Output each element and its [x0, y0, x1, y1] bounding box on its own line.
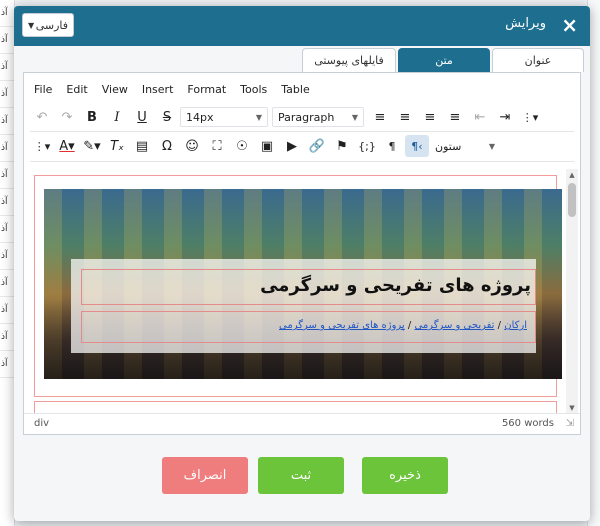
breadcrumb: ارکان / تفریحی و سرگرمی / پروژه های تفری… — [279, 320, 527, 331]
element-path[interactable]: div — [34, 418, 49, 429]
page-break-icon[interactable]: ▤ — [130, 135, 154, 157]
menu-file[interactable]: File — [34, 83, 52, 99]
align-center-icon[interactable]: ≡ — [393, 106, 417, 128]
chevron-down-icon: ▼ — [255, 112, 262, 122]
submit-button[interactable]: ثبت — [258, 457, 344, 494]
rich-text-editor: File Edit View Insert Format Tools Table… — [23, 72, 581, 435]
align-right-icon[interactable]: ≡ — [418, 106, 442, 128]
language-value: فارسی — [35, 18, 68, 32]
editor-menubar: File Edit View Insert Format Tools Table — [34, 83, 310, 99]
columns-label: ستون — [435, 139, 462, 153]
italic-icon[interactable]: I — [105, 106, 129, 128]
block-format-select[interactable]: Paragraph ▼ — [272, 107, 364, 127]
bg-row: آذ — [0, 243, 14, 270]
bg-row: آذ — [0, 189, 14, 216]
dialog-title: ویرایش — [505, 16, 546, 31]
rtl-direction-icon[interactable]: ¶ — [380, 135, 404, 157]
editor-content[interactable]: پروژه های تفریحی و سرگرمی ارکان / تفریحی… — [30, 169, 575, 414]
breadcrumb-home-link[interactable]: ارکان — [504, 320, 527, 331]
bg-row: آذ — [0, 351, 14, 378]
edit-dialog: ▼ فارسی ویرایش × عنوان متن فایلهای پیوست… — [14, 6, 590, 521]
bg-row: آذ — [0, 108, 14, 135]
special-char-icon[interactable]: Ω — [155, 135, 179, 157]
scroll-thumb[interactable] — [568, 183, 576, 217]
media-icon[interactable]: ▶ — [280, 135, 304, 157]
toolbar-row-2: ⋮▾ A▾ ✎▾ Tₓ ▤ Ω ☺ ⛶ ☉ ▣ ▶ 🔗 ⚑ {;} ¶ ¶‹ س… — [30, 134, 504, 158]
align-left-icon[interactable]: ≡ — [368, 106, 392, 128]
bg-row: آذ — [0, 162, 14, 189]
resize-handle-icon[interactable]: ⇲ — [566, 418, 574, 429]
underline-icon[interactable]: U — [130, 106, 154, 128]
breadcrumb-current-link[interactable]: پروژه های تفریحی و سرگرمی — [279, 320, 405, 331]
numbered-list-icon[interactable]: ⋮▾ — [518, 106, 542, 128]
bold-icon[interactable]: B — [80, 106, 104, 128]
strikethrough-icon[interactable]: S — [155, 106, 179, 128]
word-count[interactable]: 560 words — [502, 418, 554, 429]
tab-text[interactable]: متن — [398, 48, 490, 72]
chevron-down-icon: ▼ — [488, 141, 495, 151]
image-icon[interactable]: ▣ — [255, 135, 279, 157]
bg-row: آذ — [0, 135, 14, 162]
preview-icon[interactable]: ☉ — [230, 135, 254, 157]
columns-select[interactable]: ستون ▼ — [430, 136, 500, 156]
font-size-select[interactable]: 14px ▼ — [180, 107, 268, 127]
link-icon[interactable]: 🔗 — [305, 135, 329, 157]
dialog-header: ▼ فارسی ویرایش × — [14, 6, 590, 46]
bg-row: آذ — [0, 0, 14, 27]
emoji-icon[interactable]: ☺ — [180, 135, 204, 157]
menu-view[interactable]: View — [102, 83, 128, 99]
bg-row: آذ — [0, 81, 14, 108]
chevron-down-icon: ▼ — [28, 20, 35, 30]
code-icon[interactable]: {;} — [355, 135, 379, 157]
editor-statusbar: div 560 words ⇲ — [24, 413, 580, 434]
tab-attachments[interactable]: فایلهای پیوستی — [302, 48, 396, 72]
highlight-color-icon[interactable]: ✎▾ — [80, 135, 104, 157]
background-table-left: آذ آذ آذ آذ آذ آذ آذ آذ آذ آذ آذ آذ آذ آ… — [0, 0, 15, 526]
ltr-direction-icon[interactable]: ¶‹ — [405, 135, 429, 157]
outdent-icon[interactable]: ⇤ — [468, 106, 492, 128]
toolbar-divider — [30, 131, 574, 132]
editor-scrollbar[interactable]: ▲ ▼ — [566, 169, 578, 414]
bg-row: آذ — [0, 27, 14, 54]
block-format-value: Paragraph — [278, 110, 335, 124]
cancel-button[interactable]: انصراف — [162, 457, 248, 494]
menu-table[interactable]: Table — [281, 83, 309, 99]
bg-row: آذ — [0, 297, 14, 324]
menu-tools[interactable]: Tools — [240, 83, 267, 99]
tab-bar: عنوان متن فایلهای پیوستی — [302, 48, 584, 72]
scroll-up-icon[interactable]: ▲ — [566, 169, 578, 181]
breadcrumb-category-link[interactable]: تفریحی و سرگرمی — [414, 320, 494, 331]
text-color-icon[interactable]: A▾ — [55, 135, 79, 157]
menu-format[interactable]: Format — [187, 83, 226, 99]
close-icon[interactable]: × — [561, 14, 578, 36]
save-button[interactable]: ذخیره — [362, 457, 448, 494]
tab-title[interactable]: عنوان — [492, 48, 584, 72]
language-select[interactable]: ▼ فارسی — [22, 13, 74, 37]
toolbar-bottom-divider — [30, 161, 574, 162]
menu-insert[interactable]: Insert — [142, 83, 174, 99]
clear-format-icon[interactable]: Tₓ — [105, 135, 129, 157]
undo-icon[interactable]: ↶ — [30, 106, 54, 128]
bg-row: آذ — [0, 216, 14, 243]
font-size-value: 14px — [186, 110, 214, 124]
redo-icon[interactable]: ↷ — [55, 106, 79, 128]
bg-row: آذ — [0, 54, 14, 81]
align-justify-icon[interactable]: ≡ — [443, 106, 467, 128]
indent-icon[interactable]: ⇥ — [493, 106, 517, 128]
bookmark-icon[interactable]: ⚑ — [330, 135, 354, 157]
page-title: پروژه های تفریحی و سرگرمی — [260, 275, 531, 296]
menu-edit[interactable]: Edit — [66, 83, 87, 99]
chevron-down-icon: ▼ — [351, 112, 358, 122]
bg-row: آذ — [0, 324, 14, 351]
toolbar-row-1: ↶ ↷ B I U S 14px ▼ Paragraph ▼ ≡ ≡ ≡ ≡ ⇤… — [30, 105, 543, 129]
breadcrumb-separator: / — [407, 320, 412, 331]
bullet-list-icon[interactable]: ⋮▾ — [30, 135, 54, 157]
breadcrumb-separator: / — [497, 320, 502, 331]
bg-row: آذ — [0, 270, 14, 297]
fullscreen-icon[interactable]: ⛶ — [205, 135, 229, 157]
